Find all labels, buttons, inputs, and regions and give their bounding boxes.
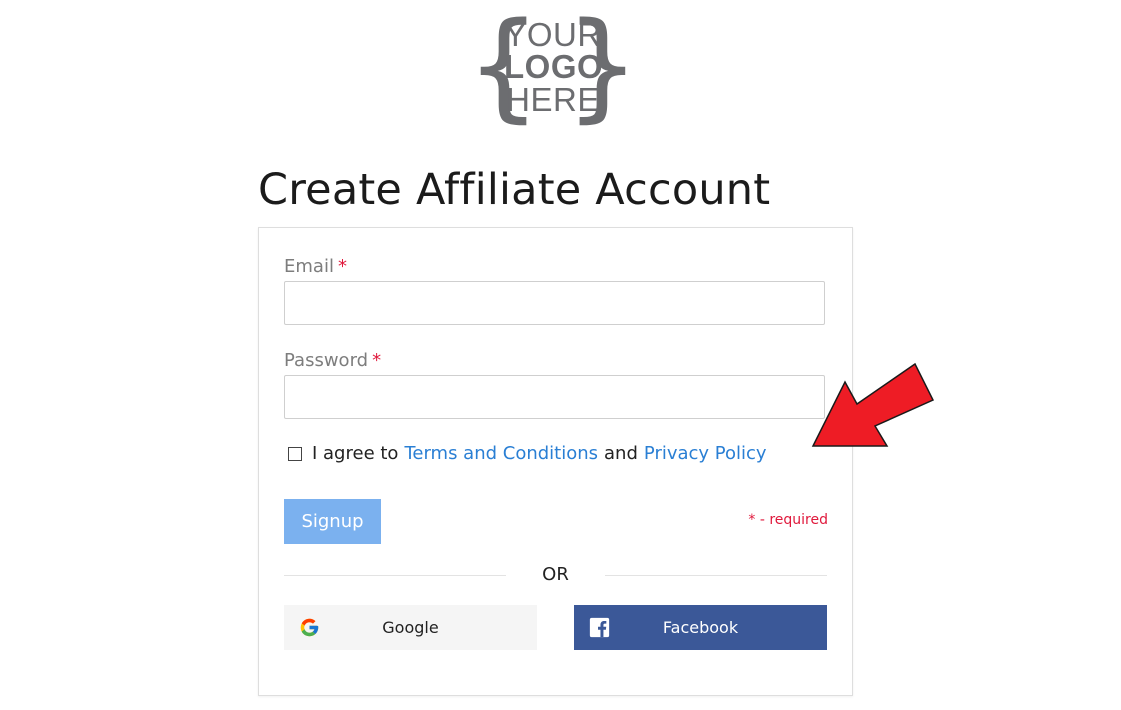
google-login-button[interactable]: Google xyxy=(284,605,537,650)
agree-checkbox[interactable] xyxy=(288,446,302,461)
email-required-marker: * xyxy=(337,256,347,277)
signup-button[interactable]: Signup xyxy=(284,499,381,544)
email-label: Email * xyxy=(284,256,347,277)
or-divider: OR xyxy=(284,563,827,587)
facebook-label: Facebook xyxy=(662,618,739,637)
red-arrow-icon xyxy=(811,362,935,447)
email-field[interactable] xyxy=(284,281,825,325)
page: { YOUR LOGO HERE } Create Affiliate Acco… xyxy=(0,0,1121,710)
terms-link[interactable]: Terms and Conditions xyxy=(404,443,598,464)
agree-and: and xyxy=(604,443,638,464)
google-g-icon xyxy=(300,618,319,637)
privacy-link[interactable]: Privacy Policy xyxy=(644,443,767,464)
facebook-f-icon xyxy=(589,617,610,638)
signup-card: Email * Password * I agree to Terms and Co… xyxy=(258,227,853,696)
page-title: Create Affiliate Account xyxy=(258,165,771,215)
password-required-marker: * xyxy=(372,350,382,371)
google-label: Google xyxy=(382,618,439,637)
logo-brace-right: } xyxy=(564,0,640,134)
agree-prefix: I agree to xyxy=(312,443,399,464)
logo: { YOUR LOGO HERE } xyxy=(466,0,640,134)
required-note: * - required xyxy=(748,512,828,528)
password-field[interactable] xyxy=(284,375,825,419)
password-label-text: Password xyxy=(284,350,369,371)
email-label-text: Email xyxy=(284,256,334,277)
facebook-login-button[interactable]: Facebook xyxy=(574,605,827,650)
divider-line-right xyxy=(605,575,827,576)
password-label: Password * xyxy=(284,350,381,371)
agree-row: I agree to Terms and Conditions and Priv… xyxy=(288,443,767,464)
